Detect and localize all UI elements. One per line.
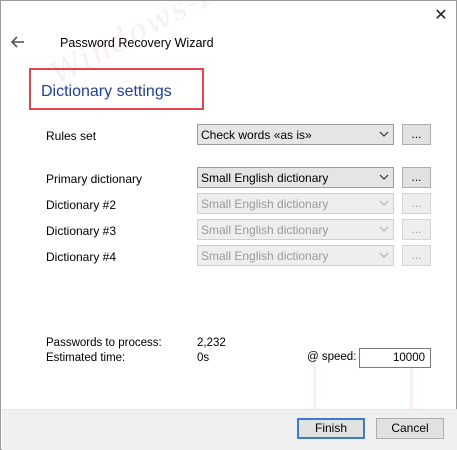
dictionary-2-value: Small English dictionary <box>201 197 329 211</box>
section-title: Dictionary settings <box>41 83 172 100</box>
speed-label: @ speed: <box>307 351 357 363</box>
primary-dictionary-value: Small English dictionary <box>201 171 329 185</box>
chevron-down-icon <box>379 174 389 180</box>
rules-set-label: Rules set <box>46 129 97 143</box>
wizard-title: Password Recovery Wizard <box>60 36 214 50</box>
dictionary-3-browse-button[interactable]: ... <box>402 219 431 240</box>
rules-set-value: Check words «as is» <box>201 128 312 142</box>
dictionary-4-label: Dictionary #4 <box>46 250 117 264</box>
estimated-time-label: Estimated time: <box>46 352 126 364</box>
estimated-time-value: 0s <box>197 352 210 364</box>
dictionary-2-browse-button[interactable]: ... <box>402 193 431 214</box>
primary-dictionary-label: Primary dictionary <box>46 172 143 186</box>
chevron-down-icon <box>379 226 389 232</box>
finish-button[interactable]: Finish <box>297 418 365 439</box>
chevron-down-icon <box>379 200 389 206</box>
wizard-window: ✕ Password Recovery Wizard Windows-PC Di… <box>0 0 457 450</box>
dictionary-4-dropdown[interactable]: Small English dictionary <box>197 245 394 266</box>
rules-set-dropdown[interactable]: Check words «as is» <box>197 124 394 145</box>
primary-dictionary-dropdown[interactable]: Small English dictionary <box>197 167 394 188</box>
close-icon[interactable]: ✕ <box>431 7 451 25</box>
cancel-button[interactable]: Cancel <box>376 418 444 439</box>
dictionary-2-label: Dictionary #2 <box>46 198 117 212</box>
dictionary-3-value: Small English dictionary <box>201 223 329 237</box>
dictionary-4-browse-button[interactable]: ... <box>402 245 431 266</box>
passwords-to-process-label: Passwords to process: <box>46 337 162 349</box>
chevron-down-icon <box>379 252 389 258</box>
rules-set-browse-button[interactable]: ... <box>402 124 431 145</box>
chevron-down-icon <box>379 131 389 137</box>
dictionary-2-dropdown[interactable]: Small English dictionary <box>197 193 394 214</box>
dictionary-3-label: Dictionary #3 <box>46 224 117 238</box>
dictionary-3-dropdown[interactable]: Small English dictionary <box>197 219 394 240</box>
speed-input[interactable]: 10000 <box>359 348 431 368</box>
passwords-to-process-value: 2,232 <box>197 337 226 349</box>
dictionary-4-value: Small English dictionary <box>201 249 329 263</box>
primary-dictionary-browse-button[interactable]: ... <box>402 167 431 188</box>
back-arrow-icon[interactable] <box>9 33 27 51</box>
